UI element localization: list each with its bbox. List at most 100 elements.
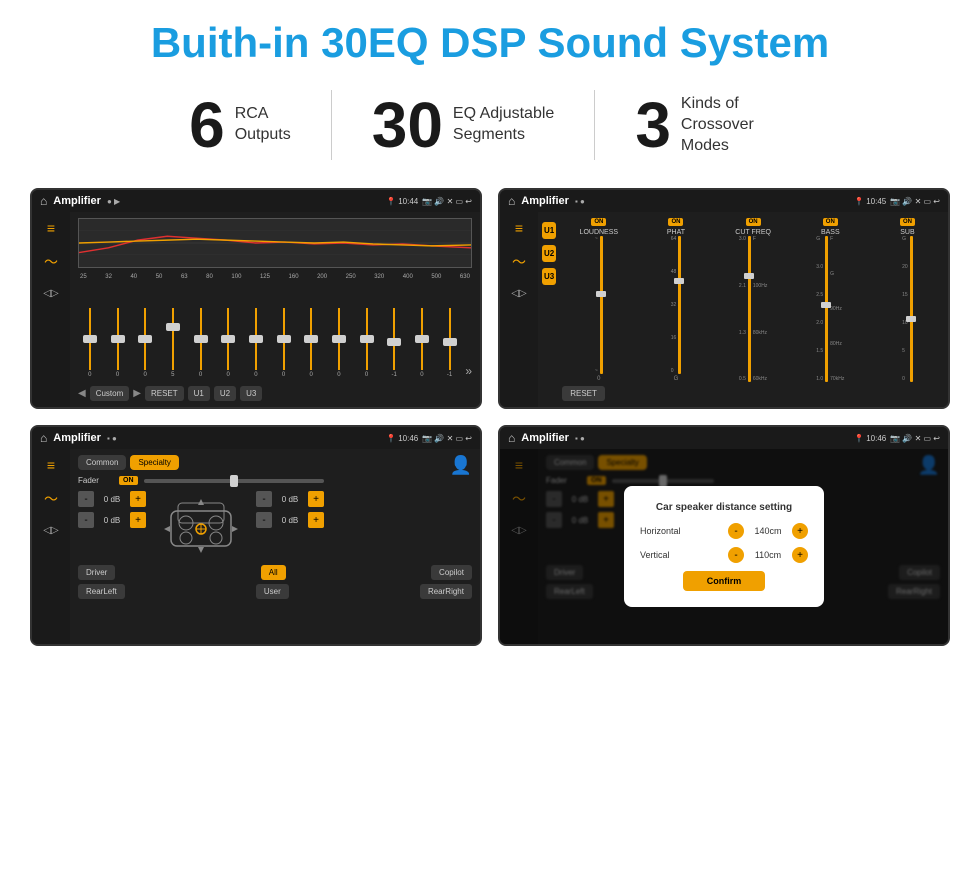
horizontal-plus-btn[interactable]: + [792, 523, 808, 539]
time-2: 📍 10:45 [854, 197, 886, 206]
icons-2: 📷 🔊 ✕ ▭ ↩ [890, 197, 940, 206]
dialog-overlay: Car speaker distance setting Horizontal … [500, 449, 948, 644]
u3-btn-1[interactable]: U3 [240, 386, 262, 401]
db-value-4: 0 dB [275, 516, 305, 525]
ch-on-sub[interactable]: ON [900, 218, 915, 226]
eq-freq-labels: 253240506380 100125160200250320 40050063… [78, 274, 472, 280]
eq-slider-2: 0 [106, 308, 130, 378]
rearright-btn-3[interactable]: RearRight [420, 584, 472, 599]
eq-slider-4: 5 [161, 308, 185, 378]
eq-slider-6: 0 [216, 308, 240, 378]
reset-btn-1[interactable]: RESET [145, 386, 184, 401]
vertical-value: 110cm [748, 550, 788, 560]
u1-btn-1[interactable]: U1 [188, 386, 210, 401]
eq-slider-11: 0 [355, 308, 379, 378]
u2-preset[interactable]: U2 [542, 245, 556, 262]
sidebar-wave-icon-3[interactable]: 〜 [44, 489, 58, 509]
sidebar-wave-icon[interactable]: 〜 [44, 252, 58, 272]
left-sidebar-2: ≡ 〜 ◁▷ [500, 212, 538, 407]
stat-eq-label: EQ AdjustableSegments [453, 104, 554, 146]
fader-on-badge[interactable]: ON [119, 476, 138, 485]
home-icon-3[interactable]: ⌂ [40, 431, 47, 445]
page-title: Buith-in 30EQ DSP Sound System [30, 20, 950, 66]
status-dots-4: ▪ ● [575, 434, 585, 443]
stat-eq-number: 30 [372, 93, 443, 157]
screen-content-1: ≡ 〜 ◁▷ [32, 212, 480, 407]
app-title-3: Amplifier [53, 432, 101, 444]
minus-btn-4[interactable]: - [256, 512, 272, 528]
ch-on-loudness[interactable]: ON [591, 218, 606, 226]
sidebar-eq-icon[interactable]: ≡ [47, 220, 55, 236]
next-icon[interactable]: ▶ [133, 388, 141, 399]
icons-3: 📷 🔊 ✕ ▭ ↩ [422, 434, 472, 443]
u2-btn-1[interactable]: U2 [214, 386, 236, 401]
minus-btn-2[interactable]: - [78, 512, 94, 528]
fader-row: Fader ON [78, 476, 324, 485]
plus-btn-1[interactable]: + [130, 491, 146, 507]
crossover-channels: ON LOUDNESS ~~ 0 [562, 218, 944, 401]
cutfreq-slider [748, 236, 751, 382]
driver-btn-3[interactable]: Driver [78, 565, 115, 580]
minus-btn-1[interactable]: - [78, 491, 94, 507]
vertical-label: Vertical [640, 550, 700, 560]
copilot-btn-3[interactable]: Copilot [431, 565, 472, 580]
app-title-4: Amplifier [521, 432, 569, 444]
prev-icon[interactable]: ◀ [78, 388, 86, 399]
dialog-box: Car speaker distance setting Horizontal … [624, 486, 824, 607]
time-3: 📍 10:46 [386, 434, 418, 443]
icons-1: 📷 🔊 ✕ ▭ ↩ [422, 197, 472, 206]
dialog-horizontal-row: Horizontal - 140cm + [640, 523, 808, 539]
sidebar-vol-icon[interactable]: ◁▷ [43, 288, 58, 299]
person-icon-3: 👤 [450, 455, 472, 476]
sidebar-wave-icon-2[interactable]: 〜 [512, 252, 526, 272]
u1-preset[interactable]: U1 [542, 222, 556, 239]
eq-bottom-controls: ◀ Custom ▶ RESET U1 U2 U3 [78, 386, 472, 401]
u3-preset[interactable]: U3 [542, 268, 556, 285]
ch-on-phat[interactable]: ON [668, 218, 683, 226]
horizontal-minus-btn[interactable]: - [728, 523, 744, 539]
vertical-plus-btn[interactable]: + [792, 547, 808, 563]
time-1: 📍 10:44 [386, 197, 418, 206]
plus-btn-2[interactable]: + [130, 512, 146, 528]
custom-btn[interactable]: Custom [90, 386, 130, 401]
plus-btn-3[interactable]: + [308, 491, 324, 507]
eq-slider-13: 0 [410, 308, 434, 378]
ch-on-cutfreq[interactable]: ON [746, 218, 761, 226]
all-btn-3[interactable]: All [261, 565, 286, 580]
sidebar-vol-icon-2[interactable]: ◁▷ [511, 288, 526, 299]
screen-eq: ⌂ Amplifier ● ▶ 📍 10:44 📷 🔊 ✕ ▭ ↩ ≡ 〜 ◁▷ [30, 188, 482, 409]
eq-sliders: 0 0 0 5 0 0 0 0 0 0 0 -1 0 -1 » [78, 284, 472, 382]
home-icon-4[interactable]: ⌂ [508, 431, 515, 445]
db-value-1: 0 dB [97, 495, 127, 504]
plus-btn-4[interactable]: + [308, 512, 324, 528]
more-icon[interactable]: » [465, 364, 472, 378]
sidebar-vol-icon-3[interactable]: ◁▷ [43, 525, 58, 536]
screen-dialog: ⌂ Amplifier ▪ ● 📍 10:46 📷 🔊 ✕ ▭ ↩ ≡ 〜 ◁▷ [498, 425, 950, 646]
dialog-title: Car speaker distance setting [640, 502, 808, 513]
left-sidebar-1: ≡ 〜 ◁▷ [32, 212, 70, 407]
reset-btn-2[interactable]: RESET [562, 386, 605, 401]
stat-crossover-number: 3 [635, 93, 671, 157]
sidebar-eq-icon-3[interactable]: ≡ [47, 457, 55, 473]
horizontal-value: 140cm [748, 526, 788, 536]
vertical-minus-btn[interactable]: - [728, 547, 744, 563]
eq-slider-1: 0 [78, 308, 102, 378]
channels-row: ON LOUDNESS ~~ 0 [562, 218, 944, 382]
loudness-slider [600, 236, 603, 374]
home-icon-1[interactable]: ⌂ [40, 194, 47, 208]
home-icon-2[interactable]: ⌂ [508, 194, 515, 208]
bass-slider [825, 236, 828, 382]
specialty-tab-3[interactable]: Specialty [130, 455, 178, 470]
rearleft-btn-3[interactable]: RearLeft [78, 584, 125, 599]
user-btn-3[interactable]: User [256, 584, 289, 599]
minus-btn-3[interactable]: - [256, 491, 272, 507]
ch-loudness: ON LOUDNESS ~~ 0 [562, 218, 635, 382]
fader-slider-h[interactable] [144, 479, 325, 483]
fader-main: Common Specialty Fader ON [70, 449, 480, 644]
stat-rca: 6 RCAOutputs [149, 93, 331, 157]
ch-on-bass[interactable]: ON [823, 218, 838, 226]
left-sidebar-3: ≡ 〜 ◁▷ [32, 449, 70, 644]
sidebar-eq-icon-2[interactable]: ≡ [515, 220, 523, 236]
common-tab-3[interactable]: Common [78, 455, 126, 470]
confirm-button[interactable]: Confirm [683, 571, 766, 591]
